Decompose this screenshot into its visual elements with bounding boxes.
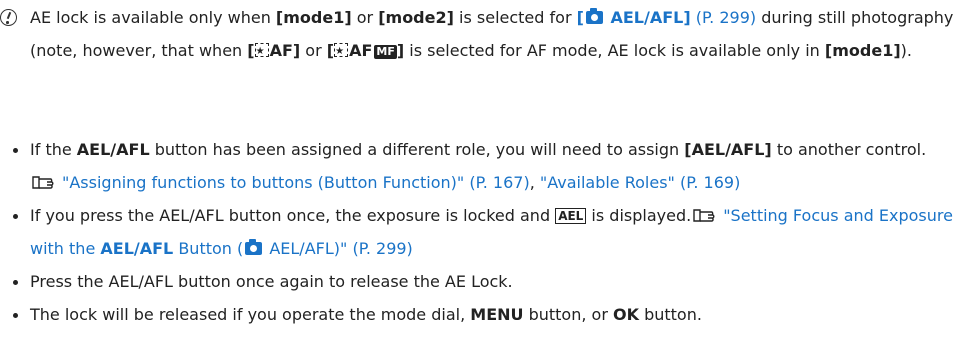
mode1-label: [mode1] [824,41,901,60]
list-item: The lock will be released if you operate… [0,298,958,331]
item-text: to another control. [771,140,927,159]
list-item: If you press the AEL/AFL button once, th… [0,199,958,265]
face-af-label: AF] [269,41,301,60]
item-text: is displayed. [586,206,692,225]
note-text: or [300,41,327,60]
separator: , [529,173,540,192]
face-af-mf-label: AF [349,41,373,60]
page-ref: (P. 299) [690,8,757,27]
list-item: Press the AEL/AFL button once again to r… [0,265,958,298]
note-text: or [351,8,379,27]
link-text: Button ( [173,239,244,258]
reference-hand-icon [32,175,58,190]
list-item: If the AEL/AFL button has been assigned … [0,133,958,199]
caution-icon [0,9,17,26]
bullet-list: If the AEL/AFL button has been assigned … [0,133,958,331]
mf-badge: MF [374,45,397,59]
menu-name: [AEL/AFL] [684,140,772,159]
available-roles-link[interactable]: "Available Roles" (P. 169) [540,173,740,192]
ok-button-name: OK [612,305,639,324]
aefl-link[interactable]: [ AEL/AFL] (P. 299) [576,8,757,27]
bracket: [ [247,41,255,60]
reference-hand-icon [693,208,719,223]
note-text: ). [900,41,912,60]
button-function-link[interactable]: "Assigning functions to buttons (Button … [62,173,530,192]
mode1-label: [mode1] [275,8,352,27]
face-priority-icon [334,35,349,68]
aefl-label: AEL/AFL] [604,8,691,27]
bracket: [ [326,41,335,60]
caution-note: AE lock is available only when [mode1] o… [0,1,958,68]
face-priority-icon [254,35,269,68]
camera-icon [245,239,263,255]
button-name: AEL/AFL [76,140,150,159]
link-bold: AEL/AFL [100,239,174,258]
item-text: button has been assigned a different rol… [149,140,685,159]
caution-text: AE lock is available only when [mode1] o… [0,1,958,68]
item-text: Press the AEL/AFL button once again to r… [30,272,513,291]
item-text: If the [30,140,77,159]
ael-indicator: AEL [555,208,587,224]
note-text: is selected for AF mode, AE lock is avai… [404,41,825,60]
link-text: AEL/AFL)" (P. 299) [264,239,413,258]
item-text: The lock will be released if you operate… [30,305,471,324]
note-text: AE lock is available only when [30,8,276,27]
note-text: is selected for [453,8,577,27]
item-text: If you press the AEL/AFL button once, th… [30,206,556,225]
mode2-label: [mode2] [378,8,454,27]
bracket: [ [576,8,584,27]
menu-button-name: MENU [470,305,524,324]
camera-icon [585,8,603,24]
item-text: button, or [523,305,613,324]
item-text: button. [638,305,702,324]
